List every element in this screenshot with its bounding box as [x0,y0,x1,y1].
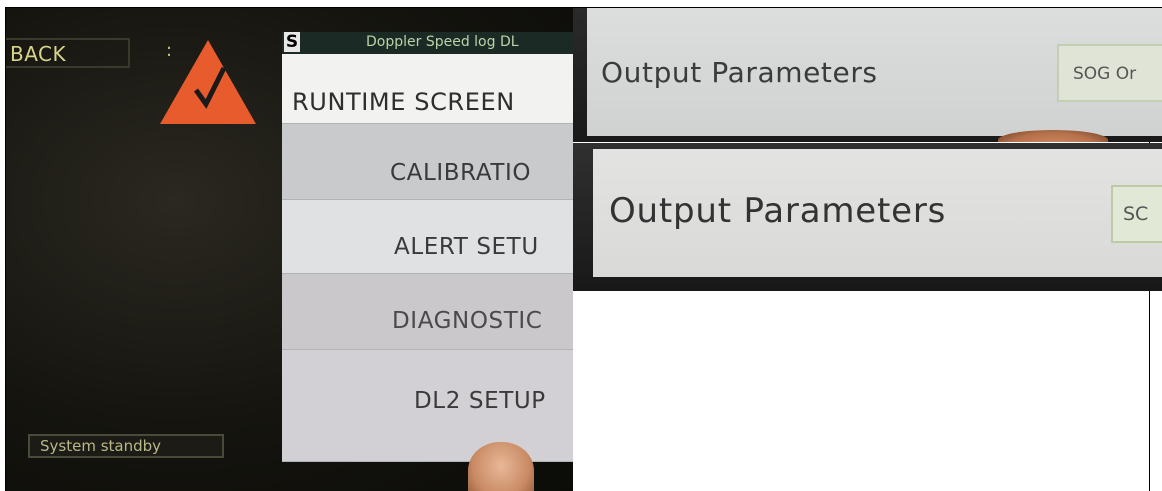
right-top-photo: Output Parameters SOG Or [573,8,1162,142]
back-button[interactable]: BACK [6,38,130,68]
menu-item-calibration[interactable]: CALIBRATIO [282,124,573,200]
sog-output-button[interactable]: SOG Or [1057,44,1162,102]
output-parameters-row[interactable]: Output Parameters SC [593,149,1162,277]
menu-title-bar: S Doppler Speed log DL [282,32,573,54]
right-bottom-photo: Output Parameters SC [573,143,1162,291]
status-standby: System standby [28,434,224,458]
menu-title: Doppler Speed log DL [366,34,519,50]
menu-item-alert-setup[interactable]: ALERT SETU [282,200,573,274]
warning-check-icon [160,40,256,124]
menu-item-runtime-screen[interactable]: RUNTIME SCREEN [282,54,573,124]
main-menu: S Doppler Speed log DL RUNTIME SCREEN CA… [282,32,573,462]
left-screen-photo: BACK : S Doppler Speed log DL RUNTIME SC… [6,8,573,491]
s-logo-icon: S [284,32,300,52]
output-parameters-label: Output Parameters [601,56,878,89]
menu-item-dl2-setup[interactable]: DL2 SETUP [282,350,573,462]
output-parameters-label: Output Parameters [609,191,947,231]
sog-output-button[interactable]: SC [1111,185,1162,243]
output-parameters-row[interactable]: Output Parameters SOG Or [587,8,1162,136]
menu-item-diagnostics[interactable]: DIAGNOSTIC [282,274,573,350]
finger [468,442,534,491]
